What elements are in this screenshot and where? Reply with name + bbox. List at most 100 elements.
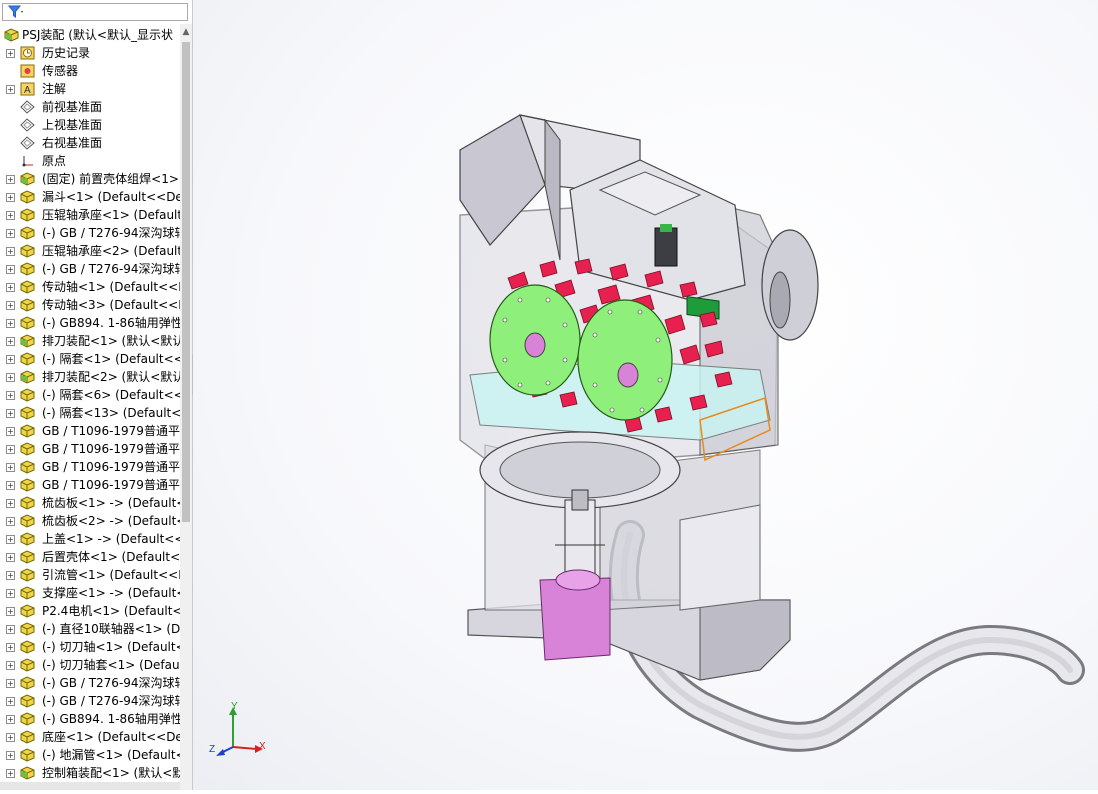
tree-item[interactable]: + 上盖<1> -> (Default<< xyxy=(0,530,180,548)
tree-item[interactable]: + (-) 隔套<6> (Default<< xyxy=(0,386,180,404)
expand-icon[interactable]: + xyxy=(6,193,15,202)
tree-item[interactable]: + 支撑座<1> -> (Default< xyxy=(0,584,180,602)
expand-icon[interactable]: + xyxy=(6,661,15,670)
expand-icon[interactable]: + xyxy=(6,679,15,688)
part-icon xyxy=(20,730,35,744)
tree-item-label: (-) 地漏管<1> (Default<< xyxy=(42,748,180,762)
plane-icon xyxy=(20,136,35,150)
expand-icon[interactable]: + xyxy=(6,643,15,652)
expand-icon[interactable]: + xyxy=(6,733,15,742)
tree-item[interactable]: + GB / T1096-1979普通平键 xyxy=(0,476,180,494)
scrollbar-thumb[interactable] xyxy=(182,42,190,522)
expand-icon[interactable]: + xyxy=(6,571,15,580)
expand-icon[interactable]: + xyxy=(6,751,15,760)
expand-icon[interactable]: + xyxy=(6,337,15,346)
expand-icon[interactable]: + xyxy=(6,85,15,94)
part-icon xyxy=(20,640,35,654)
tree-item[interactable]: + (-) 隔套<1> (Default<< xyxy=(0,350,180,368)
expand-icon[interactable]: + xyxy=(6,499,15,508)
tree-item[interactable]: + (-) 切刀轴<1> (Default<< xyxy=(0,638,180,656)
tree-item-label: GB / T1096-1979普通平键 xyxy=(42,478,180,492)
expand-icon[interactable]: + xyxy=(6,49,15,58)
expand-icon[interactable]: + xyxy=(6,211,15,220)
tree-item[interactable]: + 排刀装配<2> (默认<默认 xyxy=(0,368,180,386)
expand-icon[interactable]: + xyxy=(6,427,15,436)
tree-item[interactable]: + P2.4电机<1> (Default<< xyxy=(0,602,180,620)
expand-icon[interactable]: + xyxy=(6,391,15,400)
expand-icon[interactable]: + xyxy=(6,319,15,328)
tree-item[interactable]: + 梳齿板<2> -> (Default< xyxy=(0,512,180,530)
expand-icon[interactable]: + xyxy=(6,283,15,292)
tree-item[interactable]: + 历史记录 xyxy=(0,44,180,62)
tree-item[interactable]: + (-) GB / T276-94深沟球轴 xyxy=(0,260,180,278)
part-icon xyxy=(20,586,35,600)
assembly-icon xyxy=(20,766,35,780)
tree-item[interactable]: + 后置壳体<1> (Default<< xyxy=(0,548,180,566)
tree-item[interactable]: + 传动轴<3> (Default<<D xyxy=(0,296,180,314)
filter-icon[interactable] xyxy=(7,5,24,22)
expand-icon[interactable]: + xyxy=(6,463,15,472)
expand-icon[interactable]: + xyxy=(6,517,15,526)
expand-icon[interactable]: + xyxy=(6,535,15,544)
tree-item[interactable]: + 引流管<1> (Default<<D xyxy=(0,566,180,584)
tree-item[interactable]: + (-) GB / T276-94深沟球轴 xyxy=(0,224,180,242)
expand-icon[interactable]: + xyxy=(6,373,15,382)
part-icon xyxy=(20,532,35,546)
tree-item[interactable]: + (固定) 前置壳体组焊<1> xyxy=(0,170,180,188)
tree-item-label: 压辊轴承座<2> (Default xyxy=(42,244,180,258)
tree-item[interactable]: + (-) 切刀轴套<1> (Defaul xyxy=(0,656,180,674)
expand-icon[interactable]: + xyxy=(6,229,15,238)
tree-item[interactable]: +传感器 xyxy=(0,62,180,80)
expand-icon[interactable]: + xyxy=(6,715,15,724)
expand-icon[interactable]: + xyxy=(6,589,15,598)
tree-item[interactable]: +原点 xyxy=(0,152,180,170)
expand-icon[interactable]: + xyxy=(6,697,15,706)
part-icon xyxy=(20,550,35,564)
tree-item[interactable]: + (-) GB / T276-94深沟球轴 xyxy=(0,674,180,692)
tree-item[interactable]: + (-) 地漏管<1> (Default<< xyxy=(0,746,180,764)
tree-item[interactable]: + 底座<1> (Default<<Def xyxy=(0,728,180,746)
tree-item[interactable]: + 压辊轴承座<1> (Default xyxy=(0,206,180,224)
expand-icon[interactable]: + xyxy=(6,409,15,418)
tree-horizontal-scrollbar[interactable] xyxy=(0,782,180,790)
scroll-up-icon[interactable]: ▲ xyxy=(180,24,192,40)
expand-icon[interactable]: + xyxy=(6,553,15,562)
tree-item-label: 上视基准面 xyxy=(42,118,103,132)
tree-item[interactable]: + (-) GB894. 1-86轴用弹性 xyxy=(0,314,180,332)
expand-icon[interactable]: + xyxy=(6,265,15,274)
filter-bar[interactable] xyxy=(2,3,188,21)
expand-icon[interactable]: + xyxy=(6,355,15,364)
expand-icon[interactable]: + xyxy=(6,625,15,634)
tree-item[interactable]: + 压辊轴承座<2> (Default xyxy=(0,242,180,260)
tree-item[interactable]: + 梳齿板<1> -> (Default< xyxy=(0,494,180,512)
tree-item[interactable]: + (-) 直径10联轴器<1> (De xyxy=(0,620,180,638)
graphics-viewport[interactable]: Y X Z xyxy=(193,0,1098,790)
tree-item[interactable]: + 漏斗<1> (Default<<Def xyxy=(0,188,180,206)
tree-vertical-scrollbar[interactable]: ▲ xyxy=(180,24,192,790)
sensor-icon xyxy=(20,64,35,78)
part-icon xyxy=(20,280,35,294)
tree-item[interactable]: +上视基准面 xyxy=(0,116,180,134)
tree-item[interactable]: +右视基准面 xyxy=(0,134,180,152)
tree-item[interactable]: + GB / T1096-1979普通平键 xyxy=(0,440,180,458)
tree-item-label: (-) 直径10联轴器<1> (De xyxy=(42,622,180,636)
tree-item[interactable]: + 传动轴<1> (Default<<D xyxy=(0,278,180,296)
expand-icon[interactable]: + xyxy=(6,301,15,310)
tree-root-assembly[interactable]: PSJ装配 (默认<默认_显示状 xyxy=(0,26,180,44)
expand-icon[interactable]: + xyxy=(6,445,15,454)
expand-icon[interactable]: + xyxy=(6,607,15,616)
tree-item[interactable]: + (-) 隔套<13> (Default<< xyxy=(0,404,180,422)
expand-icon[interactable]: + xyxy=(6,481,15,490)
tree-item[interactable]: + GB / T1096-1979普通平键 xyxy=(0,458,180,476)
tree-item[interactable]: +前视基准面 xyxy=(0,98,180,116)
expand-icon[interactable]: + xyxy=(6,175,15,184)
tree-item[interactable]: + A 注解 xyxy=(0,80,180,98)
expand-icon[interactable]: + xyxy=(6,247,15,256)
tree-item[interactable]: + 排刀装配<1> (默认<默认 xyxy=(0,332,180,350)
tree-item-label: (-) GB / T276-94深沟球轴 xyxy=(42,676,180,690)
tree-item[interactable]: + (-) GB / T276-94深沟球轴 xyxy=(0,692,180,710)
expand-icon[interactable]: + xyxy=(6,769,15,778)
tree-item[interactable]: + 控制箱装配<1> (默认<默 xyxy=(0,764,180,782)
tree-item[interactable]: + GB / T1096-1979普通平键 xyxy=(0,422,180,440)
tree-item[interactable]: + (-) GB894. 1-86轴用弹性 xyxy=(0,710,180,728)
